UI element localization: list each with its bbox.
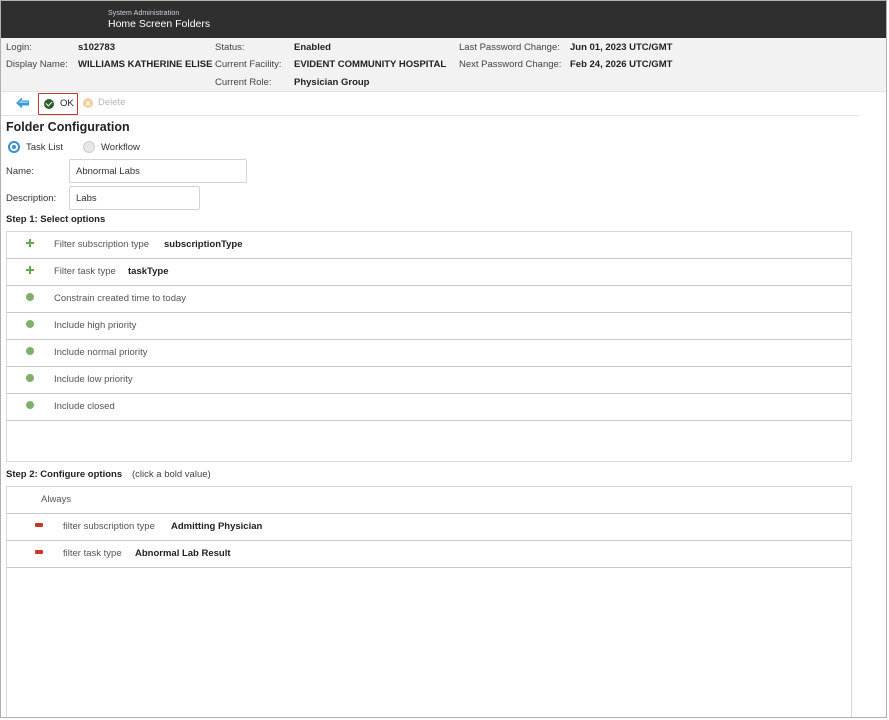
app-window: System Administration Home Screen Folder… xyxy=(0,0,887,718)
list-item-always: Always xyxy=(7,487,851,514)
option-text: filter subscription type xyxy=(63,521,155,532)
back-button[interactable] xyxy=(16,97,32,111)
status-value: Enabled xyxy=(294,42,331,53)
toolbar: OK Delete xyxy=(1,92,859,116)
page-title: Folder Configuration xyxy=(6,120,130,134)
list-item[interactable]: filter task type Abnormal Lab Result xyxy=(7,541,851,568)
dot-icon xyxy=(26,293,34,301)
radio-task-list[interactable] xyxy=(8,141,20,153)
list-item[interactable]: Include high priority xyxy=(7,313,851,340)
radio-workflow[interactable] xyxy=(83,141,95,153)
current-role-value: Physician Group xyxy=(294,77,370,88)
option-text: Filter task type xyxy=(54,266,116,277)
description-label: Description: xyxy=(6,193,57,204)
next-password-change-value: Feb 24, 2026 UTC/GMT xyxy=(570,59,673,70)
option-text: Include low priority xyxy=(54,374,133,385)
plus-icon xyxy=(26,266,34,274)
step1-label: Step 1: Select options xyxy=(6,214,106,225)
plus-icon xyxy=(26,239,34,247)
next-password-change-label: Next Password Change: xyxy=(459,59,562,70)
dot-icon xyxy=(26,401,34,409)
status-label: Status: xyxy=(215,42,245,53)
option-bold-value[interactable]: subscriptionType xyxy=(164,239,242,250)
step2-hint: (click a bold value) xyxy=(132,469,211,480)
list-item[interactable]: Filter task type taskType xyxy=(7,259,851,286)
dot-icon xyxy=(26,347,34,355)
step1-options-list: Filter subscription type subscriptionTyp… xyxy=(6,231,852,462)
ok-button-label: OK xyxy=(60,98,74,109)
checkmark-icon xyxy=(44,99,54,109)
header-bar: System Administration Home Screen Folder… xyxy=(1,1,886,38)
delete-button-label: Delete xyxy=(98,97,126,108)
option-text: filter task type xyxy=(63,548,122,559)
last-password-change-value: Jun 01, 2023 UTC/GMT xyxy=(570,42,673,53)
back-arrow-icon xyxy=(16,97,29,109)
option-text: Constrain created time to today xyxy=(54,293,187,304)
list-item[interactable]: Include closed xyxy=(7,394,851,421)
dot-icon xyxy=(26,320,34,328)
radio-workflow-label[interactable]: Workflow xyxy=(101,142,140,153)
name-input[interactable] xyxy=(69,159,247,183)
display-name-label: Display Name: xyxy=(6,59,68,70)
option-bold-value[interactable]: Abnormal Lab Result xyxy=(135,548,231,559)
description-input[interactable] xyxy=(69,186,200,210)
minus-icon[interactable] xyxy=(35,550,43,554)
option-text: Filter subscription type xyxy=(54,239,150,250)
current-facility-value: EVIDENT COMMUNITY HOSPITAL xyxy=(294,59,447,70)
list-item[interactable]: Include low priority xyxy=(7,367,851,394)
option-bold-value[interactable]: Admitting Physician xyxy=(171,521,262,532)
list-item[interactable]: Include normal priority xyxy=(7,340,851,367)
user-info-panel: Login: s102783 Display Name: WILLIAMS KA… xyxy=(1,38,886,92)
always-label: Always xyxy=(41,494,72,505)
option-text: Include normal priority xyxy=(54,347,148,358)
ok-button[interactable]: OK xyxy=(38,93,78,115)
minus-icon[interactable] xyxy=(35,523,43,527)
display-name-value: WILLIAMS KATHERINE ELISE xyxy=(78,59,213,70)
list-item[interactable]: Filter subscription type subscriptionTyp… xyxy=(7,232,851,259)
list-item[interactable]: filter subscription type Admitting Physi… xyxy=(7,514,851,541)
option-bold-value[interactable]: taskType xyxy=(128,266,168,277)
page-header-title: Home Screen Folders xyxy=(108,18,211,30)
name-label: Name: xyxy=(6,166,34,177)
login-label: Login: xyxy=(6,42,32,53)
radio-task-list-label[interactable]: Task List xyxy=(26,142,63,153)
dot-icon xyxy=(26,374,34,382)
step2-options-list: Always filter subscription type Admittin… xyxy=(6,486,852,717)
last-password-change-label: Last Password Change: xyxy=(459,42,560,53)
delete-icon xyxy=(83,98,93,108)
step2-label: Step 2: Configure options xyxy=(6,469,123,480)
list-item[interactable]: Constrain created time to today xyxy=(7,286,851,313)
login-value: s102783 xyxy=(78,42,115,53)
option-text: Include closed xyxy=(54,401,115,412)
header-subtitle: System Administration xyxy=(108,10,180,17)
current-role-label: Current Role: xyxy=(215,77,272,88)
option-text: Include high priority xyxy=(54,320,137,331)
current-facility-label: Current Facility: xyxy=(215,59,282,70)
